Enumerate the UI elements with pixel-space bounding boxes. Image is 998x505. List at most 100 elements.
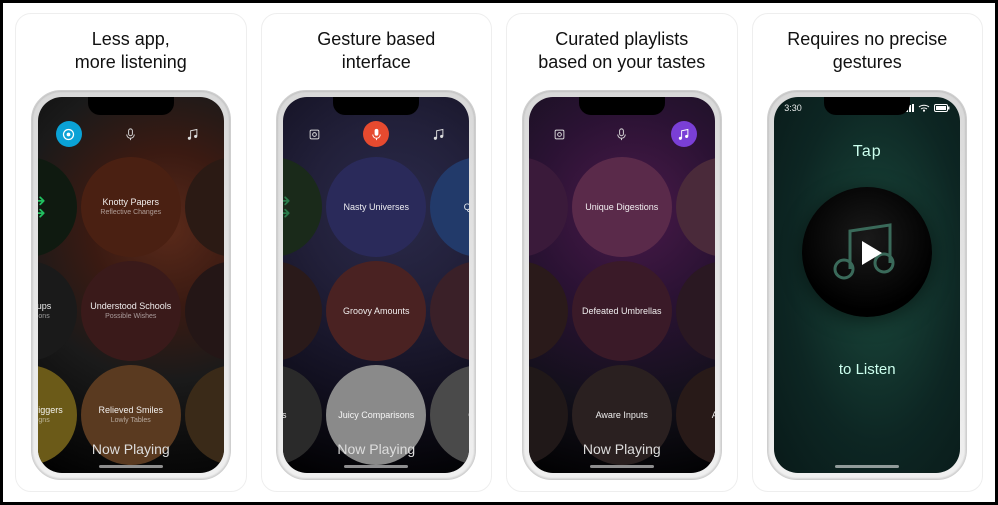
phone-screen: 3:30 Tap to Listen [774, 97, 960, 473]
bubble-title: Aware Inputs [596, 410, 648, 420]
now-playing-label[interactable]: Now Playing [38, 441, 224, 457]
music-note-icon [676, 127, 691, 142]
tab-playlists[interactable] [180, 121, 206, 147]
home-indicator [590, 465, 654, 468]
bubble-subtitle: Lowly Tables [111, 417, 151, 425]
bubble-title: Knotty Papers [102, 197, 159, 207]
playlist-bubble[interactable]: Pleas [430, 261, 469, 361]
shuffle-icon [283, 193, 294, 221]
playlist-bubble[interactable] [185, 261, 224, 361]
tab-bar [529, 121, 715, 147]
playlist-grid[interactable]: ths Unique Digestions Nifty rainsDefeated U… [529, 157, 715, 431]
phone-frame: 3:30 Tap to Listen [767, 90, 967, 480]
music-note-icon [431, 127, 446, 142]
battery-icon [934, 104, 950, 112]
caption-line: Less app, [92, 29, 170, 49]
playlist-bubble[interactable]: Defeated Umbrellas [572, 261, 672, 361]
playlist-bubble[interactable]: rains [529, 261, 568, 361]
now-playing-label[interactable]: Now Playing [283, 441, 469, 457]
bubble-title: Understood Schools [90, 301, 171, 311]
tab-mic[interactable] [609, 121, 635, 147]
play-music-icon [822, 217, 912, 287]
playlist-bubble[interactable]: Walls [283, 261, 322, 361]
bubble-title: Gifted [468, 410, 469, 420]
playlist-bubble[interactable]: Knotty PapersReflective Changes [81, 157, 181, 257]
wifi-icon [918, 104, 930, 112]
tab-bar [283, 121, 469, 147]
tap-label-bottom: to Listen [839, 361, 896, 378]
tab-albums[interactable] [56, 121, 82, 147]
bubble-subtitle: Imitating Signs [38, 417, 50, 425]
playlist-bubble[interactable]: Understood Schools Possible Wishes [81, 261, 181, 361]
mic-icon [614, 127, 629, 142]
tab-mic[interactable] [118, 121, 144, 147]
playlist-bubble[interactable]: Quicken [430, 157, 469, 257]
caption: Less app, more listening [75, 28, 187, 80]
phone-frame: Knotty PapersReflective ChangesFretful C… [31, 90, 231, 480]
bubble-title: Amuse [712, 410, 715, 420]
phone-notch [824, 97, 910, 115]
bubble-title: Fumbling Triggers [38, 405, 63, 415]
bubble-title: Quicken [464, 202, 470, 212]
bubble-title: Rooms [283, 410, 286, 420]
playlist-bubble[interactable]: Nifty [676, 157, 715, 257]
phone-screen: Knotty PapersReflective ChangesFretful C… [38, 97, 224, 473]
tap-label-top: Tap [853, 143, 882, 161]
playlist-bubble[interactable]: ths [529, 157, 568, 257]
mic-icon [123, 127, 138, 142]
caption-line: based on your tastes [538, 52, 705, 72]
bubble-title: Nasty Universes [343, 202, 409, 212]
bubble-title: Fretful Cups [38, 301, 52, 311]
screenshot-card-1: Less app, more listening Knotty PapersRe… [15, 13, 247, 492]
bubble-title: Relieved Smiles [98, 405, 163, 415]
playlist-bubble[interactable]: Groovy Amounts [326, 261, 426, 361]
caption-line: gestures [833, 52, 902, 72]
playlist-bubble[interactable]: Hush [676, 261, 715, 361]
bubble-subtitle: Drunk Stations [38, 313, 50, 321]
caption-line: interface [342, 52, 411, 72]
screenshot-card-2: Gesture based interface Nasty Universes Q… [261, 13, 493, 492]
phone-notch [333, 97, 419, 115]
playlist-bubble[interactable]: Unique Digestions [572, 157, 672, 257]
playlist-bubble[interactable] [283, 157, 322, 257]
music-note-icon [185, 127, 200, 142]
tap-screen: 3:30 Tap to Listen [774, 97, 960, 473]
play-button[interactable] [802, 187, 932, 317]
phone-frame: ths Unique Digestions Nifty rainsDefeated U… [522, 90, 722, 480]
mic-icon [369, 127, 384, 142]
caption-line: more listening [75, 52, 187, 72]
screenshot-card-3: Curated playlists based on your tastes t… [506, 13, 738, 492]
bubble-title: Groovy Amounts [343, 306, 410, 316]
caption: Requires no precise gestures [787, 28, 947, 80]
playlist-grid[interactable]: Knotty PapersReflective ChangesFretful C… [38, 157, 224, 431]
phone-notch [579, 97, 665, 115]
tab-bar [38, 121, 224, 147]
caption-line: Gesture based [317, 29, 435, 49]
caption-line: Requires no precise [787, 29, 947, 49]
bubble-title: Unique Digestions [585, 202, 658, 212]
tab-playlists[interactable] [671, 121, 697, 147]
album-icon [307, 127, 322, 142]
status-right [903, 104, 950, 112]
playlist-bubble[interactable] [185, 157, 224, 257]
bubble-title: Juicy Comparisons [338, 410, 414, 420]
bubble-subtitle: Possible Wishes [105, 313, 156, 321]
playlist-bubble[interactable]: Nasty Universes [326, 157, 426, 257]
shuffle-icon [38, 193, 49, 221]
bubble-title: encils [529, 410, 530, 420]
caption-line: Curated playlists [555, 29, 688, 49]
now-playing-label[interactable]: Now Playing [529, 441, 715, 457]
tab-mic[interactable] [363, 121, 389, 147]
playlist-bubble[interactable] [38, 157, 77, 257]
phone-notch [88, 97, 174, 115]
status-time: 3:30 [784, 103, 802, 113]
album-icon [552, 127, 567, 142]
playlist-bubble[interactable]: Fretful Cups Drunk Stations [38, 261, 77, 361]
home-indicator [835, 465, 899, 468]
tab-albums[interactable] [301, 121, 327, 147]
tab-albums[interactable] [547, 121, 573, 147]
playlist-grid[interactable]: Nasty Universes Quicken Walls Groovy Amount… [283, 157, 469, 431]
tab-playlists[interactable] [425, 121, 451, 147]
home-indicator [344, 465, 408, 468]
caption: Curated playlists based on your tastes [538, 28, 705, 80]
